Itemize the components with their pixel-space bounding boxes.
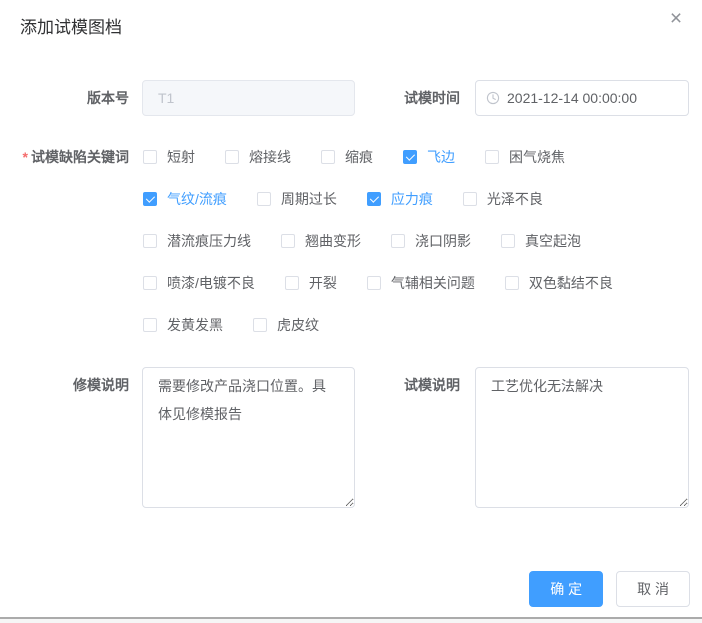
checkbox-icon[interactable]: [143, 192, 157, 206]
trial-note-label: 试模说明: [404, 377, 460, 393]
defect-checkbox[interactable]: 飞边: [403, 148, 455, 167]
notes-form-row: 修模说明 需要修改产品浇口位置。具体见修模报告 试模说明 工艺优化无法解决: [0, 367, 689, 508]
checkbox-label: 气辅相关问题: [390, 274, 475, 291]
checkbox-icon[interactable]: [143, 150, 157, 164]
defect-checkbox[interactable]: 缩痕: [321, 148, 373, 167]
required-asterisk: *: [22, 149, 28, 165]
repair-note-textarea[interactable]: 需要修改产品浇口位置。具体见修模报告: [142, 367, 355, 508]
checkbox-row: 潜流痕压力线 翘曲变形 浇口阴影 真空起泡: [143, 220, 702, 262]
defect-checkbox[interactable]: 气辅相关问题: [366, 274, 475, 293]
trial-time-value: 2021-12-14 00:00:00: [507, 90, 637, 106]
dialog-title: 添加试模图档: [20, 18, 122, 37]
checkbox-label: 气纹/流痕: [167, 190, 227, 207]
checkbox-label: 翘曲变形: [305, 232, 361, 249]
defect-checkbox[interactable]: 虎皮纹: [253, 316, 319, 335]
checkbox-label: 开裂: [308, 274, 337, 291]
checkbox-label: 缩痕: [345, 148, 373, 165]
checkbox-icon[interactable]: [281, 234, 295, 248]
checkbox-label: 发黄发黑: [167, 316, 223, 333]
trial-time-label: 试模时间: [404, 90, 460, 106]
version-input[interactable]: [142, 80, 355, 116]
checkbox-row: 发黄发黑 虎皮纹: [143, 304, 702, 346]
dialog-footer: 确 定 取 消: [529, 571, 690, 607]
defect-checkbox[interactable]: 短射: [143, 148, 195, 167]
checkbox-icon[interactable]: [391, 234, 405, 248]
trial-note-textarea[interactable]: 工艺优化无法解决: [475, 367, 689, 508]
checkbox-label: 双色黏结不良: [528, 274, 613, 291]
trial-time-input[interactable]: 2021-12-14 00:00:00: [475, 80, 689, 116]
add-trial-mold-dialog: 添加试模图档 × 版本号 试模时间 2021-12-14 00:00:00 *试…: [0, 0, 702, 623]
keywords-section: * 试模缺陷关键词 短射 熔接线 缩痕 飞边 困气烧焦气纹/流痕 周期过长 应力痕 光泽不良潜流…: [0, 136, 702, 346]
checkbox-icon[interactable]: [403, 150, 417, 164]
defect-checkbox[interactable]: 双色黏结不良: [504, 274, 613, 293]
checkbox-icon[interactable]: [143, 276, 157, 290]
version-label: 版本号: [87, 90, 129, 106]
defect-checkbox[interactable]: 开裂: [284, 274, 337, 293]
checkbox-icon[interactable]: [256, 192, 271, 206]
keyword-rows: 短射 熔接线 缩痕 飞边 困气烧焦气纹/流痕 周期过长 应力痕 光泽不良潜流痕压力线 翘曲变形 浇…: [143, 136, 702, 346]
top-form-row: 版本号 试模时间 2021-12-14 00:00:00: [0, 80, 689, 116]
defect-checkbox[interactable]: 困气烧焦: [485, 148, 565, 167]
checkbox-label: 熔接线: [249, 148, 291, 165]
checkbox-label: 困气烧焦: [509, 148, 565, 165]
defect-checkbox[interactable]: 潜流痕压力线: [143, 232, 251, 251]
defect-checkbox[interactable]: 周期过长: [256, 190, 337, 209]
checkbox-row: 喷漆/电镀不良 开裂 气辅相关问题 双色黏结不良: [143, 262, 702, 304]
checkbox-icon[interactable]: [284, 276, 299, 290]
checkbox-icon[interactable]: [462, 192, 477, 206]
checkbox-icon[interactable]: [501, 234, 515, 248]
keywords-label-text: 试模缺陷关键词: [31, 149, 129, 165]
checkbox-icon[interactable]: [366, 192, 381, 206]
checkbox-icon[interactable]: [225, 150, 239, 164]
checkbox-row: 短射 熔接线 缩痕 飞边 困气烧焦: [143, 136, 702, 178]
keywords-label: * 试模缺陷关键词: [0, 136, 135, 167]
checkbox-label: 光泽不良: [486, 190, 543, 207]
defect-checkbox[interactable]: 气纹/流痕: [143, 190, 227, 209]
confirm-button[interactable]: 确 定: [529, 571, 604, 607]
checkbox-label: 应力痕: [390, 190, 433, 207]
checkbox-label: 潜流痕压力线: [167, 232, 251, 249]
defect-checkbox[interactable]: 浇口阴影: [391, 232, 471, 251]
defect-checkbox[interactable]: 翘曲变形: [281, 232, 361, 251]
checkbox-row: 气纹/流痕 周期过长 应力痕 光泽不良: [143, 178, 702, 220]
defect-checkbox[interactable]: 喷漆/电镀不良: [143, 274, 255, 293]
checkbox-icon[interactable]: [253, 318, 267, 332]
checkbox-icon[interactable]: [321, 150, 335, 164]
repair-note-label: 修模说明: [73, 377, 129, 393]
close-icon[interactable]: ×: [664, 7, 688, 31]
defect-checkbox[interactable]: 光泽不良: [462, 190, 543, 209]
checkbox-label: 飞边: [427, 148, 455, 165]
defect-checkbox[interactable]: 熔接线: [225, 148, 291, 167]
page-edge-divider: [0, 617, 702, 623]
checkbox-icon[interactable]: [504, 276, 519, 290]
checkbox-label: 喷漆/电镀不良: [167, 274, 255, 291]
clock-icon: [486, 91, 500, 105]
checkbox-label: 浇口阴影: [415, 232, 471, 249]
checkbox-icon[interactable]: [143, 318, 157, 332]
checkbox-label: 周期过长: [280, 190, 337, 207]
defect-checkbox[interactable]: 发黄发黑: [143, 316, 223, 335]
defect-checkbox[interactable]: 真空起泡: [501, 232, 581, 251]
checkbox-label: 短射: [167, 148, 195, 165]
cancel-button[interactable]: 取 消: [616, 571, 690, 607]
checkbox-label: 真空起泡: [525, 232, 581, 249]
checkbox-icon[interactable]: [143, 234, 157, 248]
checkbox-icon[interactable]: [366, 276, 381, 290]
checkbox-icon[interactable]: [485, 150, 499, 164]
defect-checkbox[interactable]: 应力痕: [366, 190, 433, 209]
checkbox-label: 虎皮纹: [277, 316, 319, 333]
